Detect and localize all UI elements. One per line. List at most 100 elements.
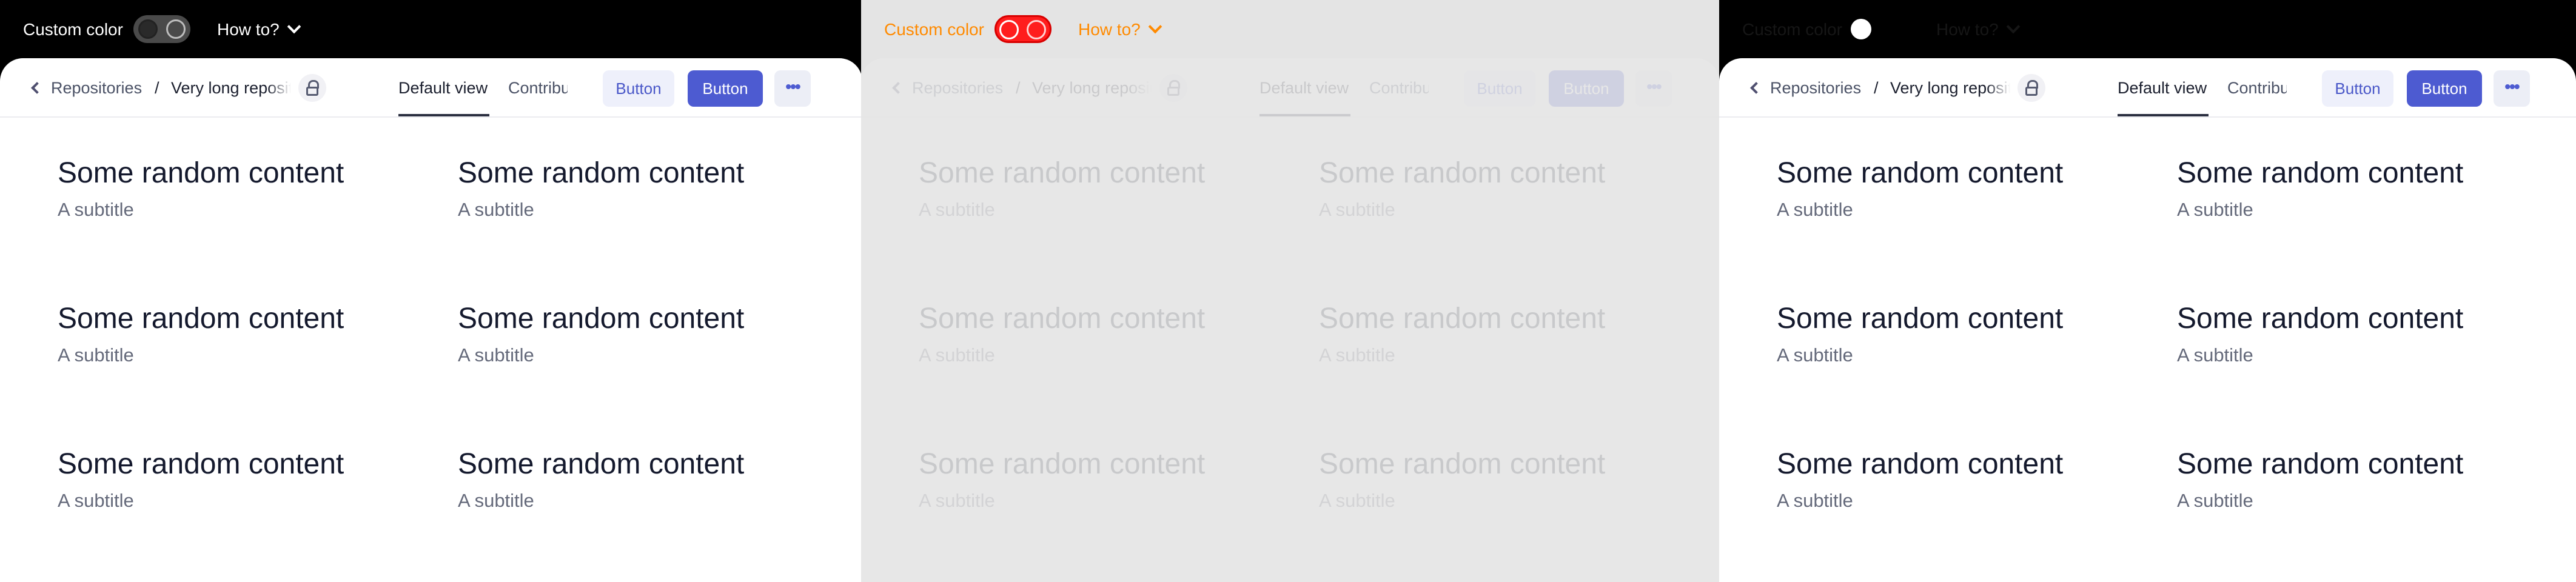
content-card: Repositories / Very long repository Defa… [1719,58,2576,582]
item-title: Some random content [58,303,344,335]
item-subtitle: A subtitle [458,344,534,366]
custom-color-toggle[interactable] [995,15,1052,43]
ui-panel-dark: Custom color How to? Repositories / Very… [0,0,861,582]
toggle-knob-icon [138,19,158,39]
toggle-knob-icon [999,20,1019,39]
ui-panel-custom: Custom color How to? Repositories / Very… [861,0,1719,582]
primary-button[interactable]: Button [2407,70,2482,107]
breadcrumb-current: Very long repository [1032,79,1152,97]
breadcrumb-current: Very long repository [1890,79,2010,97]
toggle-ring-icon [166,19,186,39]
chevron-down-icon [287,19,301,34]
chevron-down-icon [1148,19,1162,34]
tab-default-view[interactable]: Default view [398,78,488,98]
content-grid: Some random content A subtitle Some rando… [1719,116,2576,582]
secondary-button[interactable]: Button [2322,70,2393,107]
item-subtitle: A subtitle [2177,344,2253,366]
custom-color-label: Custom color [23,20,123,39]
breadcrumb-separator: / [1874,79,1879,97]
chevron-down-icon [2006,19,2021,34]
how-to-label: How to? [1078,20,1141,39]
how-to-label: How to? [1936,20,1999,39]
item-title: Some random content [1777,303,2064,335]
item-title: Some random content [2177,303,2464,335]
how-to-dropdown[interactable]: How to? [1936,19,2021,40]
item-subtitle: A subtitle [1777,344,1853,366]
content-card: Repositories / Very long repository Defa… [0,58,861,582]
item-title: Some random content [1319,448,1606,480]
breadcrumb-current: Very long repository [171,79,291,97]
header-toolbar: Repositories / Very long repository Defa… [861,58,1719,118]
item-subtitle: A subtitle [58,344,134,366]
top-bar: Custom color How to? [1719,0,2576,58]
item-title: Some random content [458,303,745,335]
item-subtitle: A subtitle [458,490,534,511]
header-toolbar: Repositories / Very long repository Defa… [1719,58,2576,118]
lock-icon[interactable] [2018,74,2045,102]
item-subtitle: A subtitle [58,199,134,220]
item-subtitle: A subtitle [919,490,995,511]
more-horizontal-icon[interactable]: ••• [1635,70,1672,107]
lock-body [1167,87,1179,96]
how-to-dropdown[interactable]: How to? [217,19,301,40]
secondary-button[interactable]: Button [603,70,674,107]
item-subtitle: A subtitle [2177,490,2253,511]
item-subtitle: A subtitle [458,199,534,220]
lock-icon[interactable] [1159,74,1187,102]
breadcrumb-root[interactable]: Repositories [51,78,142,98]
item-title: Some random content [58,157,344,189]
tab-contributors[interactable]: Contributors [2227,78,2287,98]
custom-color-toggle[interactable] [133,15,190,43]
item-title: Some random content [2177,448,2464,480]
item-subtitle: A subtitle [919,199,995,220]
item-title: Some random content [1319,157,1606,189]
item-title: Some random content [919,157,1206,189]
secondary-button[interactable]: Button [1464,70,1535,107]
chevron-left-icon[interactable] [31,82,43,94]
tab-contributors[interactable]: Contributors [508,78,568,98]
item-subtitle: A subtitle [1319,344,1395,366]
tab-default-view[interactable]: Default view [2118,78,2207,98]
breadcrumb-separator: / [155,79,159,97]
breadcrumb-root[interactable]: Repositories [1770,78,1861,98]
more-horizontal-icon[interactable]: ••• [2494,70,2530,107]
item-subtitle: A subtitle [1319,199,1395,220]
content-card: Repositories / Very long repository Defa… [861,58,1719,582]
item-title: Some random content [2177,157,2464,189]
item-title: Some random content [458,157,745,189]
item-subtitle: A subtitle [1777,199,1853,220]
primary-button[interactable]: Button [1549,70,1624,107]
item-subtitle: A subtitle [1319,490,1395,511]
chevron-left-icon[interactable] [1750,82,1762,94]
lock-body [306,87,318,96]
toggle-ring-icon [1851,19,1871,39]
ui-panel-light: Custom color How to? Repositories / Very… [1719,0,2576,582]
item-subtitle: A subtitle [2177,199,2253,220]
content-grid: Some random content A subtitle Some rando… [0,116,861,582]
top-bar: Custom color How to? [861,0,1719,58]
item-subtitle: A subtitle [919,344,995,366]
content-grid: Some random content A subtitle Some rando… [861,116,1719,582]
item-title: Some random content [919,303,1206,335]
item-title: Some random content [1777,157,2064,189]
lock-icon[interactable] [298,74,326,102]
breadcrumb-root[interactable]: Repositories [912,78,1003,98]
tab-contributors[interactable]: Contributors [1369,78,1429,98]
custom-color-toggle[interactable] [1851,15,1910,43]
chevron-left-icon[interactable] [892,82,904,94]
item-title: Some random content [458,448,745,480]
item-title: Some random content [58,448,344,480]
how-to-dropdown[interactable]: How to? [1078,19,1162,40]
primary-button[interactable]: Button [688,70,763,107]
top-bar: Custom color How to? [0,0,861,58]
header-toolbar: Repositories / Very long repository Defa… [0,58,861,118]
item-subtitle: A subtitle [1777,490,1853,511]
item-subtitle: A subtitle [58,490,134,511]
more-horizontal-icon[interactable]: ••• [774,70,811,107]
breadcrumb-separator: / [1016,79,1021,97]
how-to-label: How to? [217,20,280,39]
item-title: Some random content [919,448,1206,480]
item-title: Some random content [1777,448,2064,480]
lock-body [2025,87,2038,96]
tab-default-view[interactable]: Default view [1259,78,1349,98]
